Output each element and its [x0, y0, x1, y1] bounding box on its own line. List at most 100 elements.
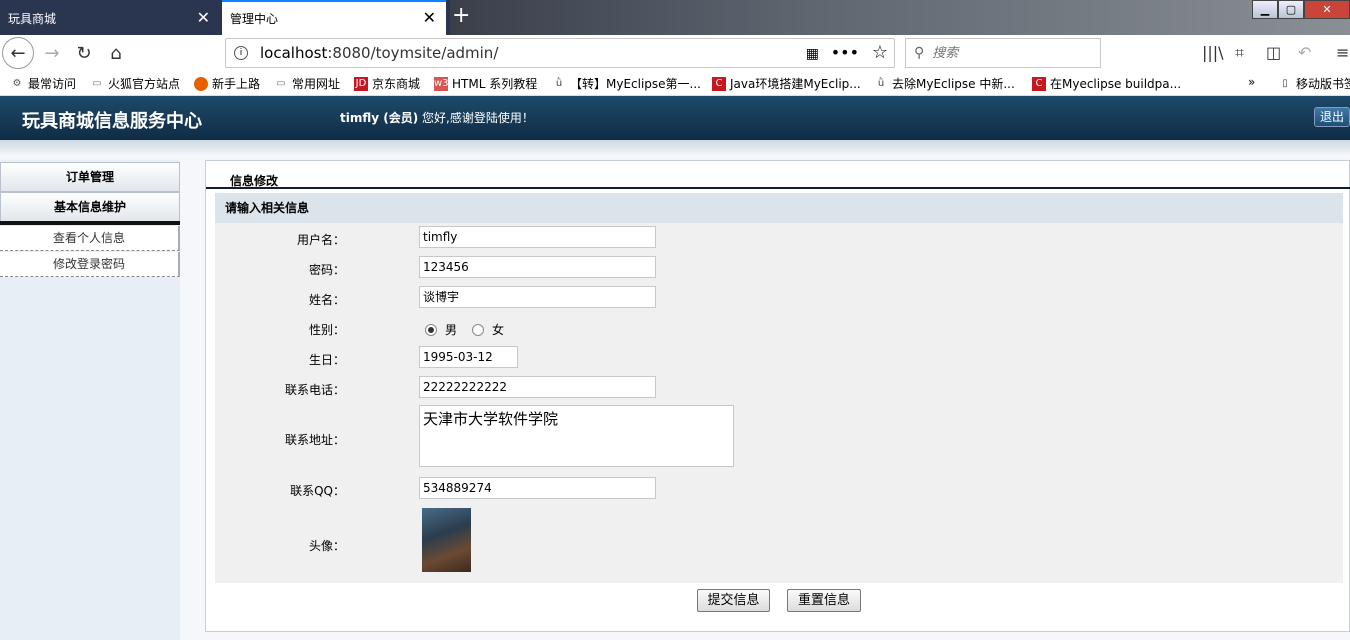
- close-icon[interactable]: ✕: [197, 10, 210, 26]
- bookmark-star-icon[interactable]: ☆: [872, 42, 888, 63]
- reset-button[interactable]: 重置信息: [787, 589, 861, 612]
- navigation-bar: ← → ↻ ⌂ i localhost:8080/toymsite/admin/…: [0, 35, 1350, 72]
- tab-label: 管理中心: [230, 12, 279, 26]
- address-label: 联系地址：: [284, 433, 345, 447]
- radio-checked-icon[interactable]: [425, 323, 437, 336]
- bookmark-item[interactable]: 新手上路: [194, 75, 260, 92]
- url-bar[interactable]: i localhost:8080/toymsite/admin/ ▦ ••• ☆: [225, 38, 895, 68]
- close-icon[interactable]: ✕: [423, 10, 436, 26]
- csdn-icon: C: [712, 76, 726, 91]
- undo-icon[interactable]: ↶: [1298, 43, 1311, 62]
- qr-code-icon[interactable]: ▦: [806, 46, 819, 62]
- bookmark-item[interactable]: ⚙ 最常访问: [10, 75, 77, 92]
- bookmark-label: 移动版书签: [1296, 77, 1350, 91]
- url-path: :8080/toymsite/admin/: [327, 44, 499, 62]
- folder-icon: ▭: [276, 77, 286, 89]
- password-input[interactable]: 123456: [419, 256, 656, 278]
- header-subbar: [0, 140, 1350, 154]
- new-tab-icon[interactable]: +: [452, 5, 470, 27]
- welcome-text: 您好,感谢登陆使用！: [418, 111, 534, 125]
- tabbar-background: [450, 0, 1350, 35]
- sidebar-separator: [0, 221, 180, 225]
- page-title: 玩具商城信息服务中心: [22, 111, 202, 132]
- window-close-icon[interactable]: ✕: [1304, 0, 1350, 19]
- forward-icon[interactable]: →: [36, 37, 68, 69]
- tab-admin-center[interactable]: 管理中心 ✕: [222, 0, 446, 35]
- gender-label: 性别：: [308, 323, 345, 337]
- gender-female-radio[interactable]: 女: [472, 321, 504, 338]
- bookmark-item[interactable]: ▯ 移动版书签: [1278, 75, 1350, 92]
- window-controls: ▁ ▢ ✕: [1252, 0, 1350, 19]
- phone-input[interactable]: 22222222222: [419, 376, 656, 398]
- birthday-input[interactable]: 1995-03-12: [419, 346, 518, 368]
- maximize-icon[interactable]: ▢: [1278, 0, 1304, 19]
- back-icon[interactable]: ←: [2, 37, 34, 69]
- screenshot-icon[interactable]: ⌗: [1235, 43, 1244, 63]
- sidebar-section-orders[interactable]: 订单管理: [0, 162, 180, 192]
- bookmark-label: 【转】MyEclipse第一...: [570, 77, 701, 91]
- phone-label: 联系电话：: [284, 383, 345, 397]
- main-panel: 信息修改 请输入相关信息 用户名： timfly 密码： 123456 姓名： …: [205, 160, 1350, 632]
- csdn-icon: C: [1032, 76, 1046, 91]
- tab-label: 玩具商城: [8, 12, 57, 26]
- name-input[interactable]: 谈博宇: [419, 286, 656, 308]
- bookmark-item[interactable]: ǜ 去除MyEclipse 中新...: [874, 75, 1015, 92]
- page-header: 玩具商城信息服务中心 timfly (会员) 您好,感谢登陆使用！ 退出: [0, 96, 1350, 140]
- url-text[interactable]: localhost:8080/toymsite/admin/: [260, 44, 498, 62]
- bookmark-label: 新手上路: [212, 77, 261, 91]
- blog-icon: ǜ: [555, 77, 563, 89]
- bookmark-label: 在Myeclipse buildpa...: [1050, 77, 1182, 91]
- blog-icon: ǜ: [877, 77, 885, 89]
- address-textarea[interactable]: 天津市大学软件学院: [419, 405, 734, 467]
- sidebar-item-change-password[interactable]: 修改登录密码: [0, 252, 180, 277]
- minimize-icon[interactable]: ▁: [1252, 0, 1278, 19]
- main-tab-bar: 信息修改: [206, 161, 1350, 189]
- submit-button[interactable]: 提交信息: [697, 589, 770, 612]
- bookmark-label: Java环境搭建MyEclip...: [730, 77, 861, 91]
- bookmark-label: HTML 系列教程: [452, 77, 538, 91]
- url-host: localhost: [260, 44, 328, 62]
- password-label: 密码：: [308, 263, 345, 277]
- library-icon[interactable]: |||\: [1202, 43, 1224, 62]
- bookmark-item[interactable]: ǜ 【转】MyEclipse第一...: [552, 75, 701, 92]
- gear-icon: ⚙: [12, 77, 22, 89]
- tab-info-edit[interactable]: 信息修改: [230, 172, 278, 189]
- qq-input[interactable]: 534889274: [419, 477, 656, 499]
- bookmark-item[interactable]: ▭ 常用网址: [274, 75, 340, 92]
- page-actions-icon[interactable]: •••: [831, 43, 859, 62]
- folder-icon: ▭: [92, 77, 102, 89]
- gender-male-radio[interactable]: 男: [425, 321, 457, 338]
- bookmark-item[interactable]: JD 京东商城: [354, 75, 420, 92]
- bookmark-item[interactable]: C Java环境搭建MyEclip...: [712, 75, 861, 92]
- sidebar: 订单管理 基本信息维护 查看个人信息 修改登录密码: [0, 160, 180, 640]
- birthday-label: 生日：: [308, 353, 345, 367]
- sidebar-item-view-profile[interactable]: 查看个人信息: [0, 226, 180, 251]
- tab-toy-mall[interactable]: 玩具商城 ✕: [0, 2, 220, 35]
- avatar: [422, 508, 471, 572]
- profile-form: 请输入相关信息 用户名： timfly 密码： 123456 姓名： 谈博宇 性…: [215, 193, 1343, 583]
- bookmark-item[interactable]: w3 HTML 系列教程: [434, 75, 537, 92]
- more-bookmarks-icon[interactable]: »: [1248, 75, 1255, 89]
- sidebar-toggle-icon[interactable]: ◫: [1266, 43, 1281, 62]
- info-icon[interactable]: i: [234, 46, 248, 60]
- bookmark-label: 最常访问: [28, 77, 77, 91]
- w3-icon: w3: [434, 76, 449, 91]
- search-input[interactable]: [932, 45, 1083, 61]
- bookmark-item[interactable]: ▭ 火狐官方站点: [90, 75, 180, 92]
- home-icon[interactable]: ⌂: [100, 37, 132, 69]
- bookmark-label: 火狐官方站点: [108, 77, 181, 91]
- gender-male-label: 男: [445, 323, 458, 337]
- username-input[interactable]: timfly: [419, 226, 656, 248]
- qq-label: 联系QQ：: [290, 484, 345, 498]
- radio-unchecked-icon[interactable]: [472, 323, 484, 336]
- name-label: 姓名：: [308, 293, 345, 307]
- sidebar-section-info[interactable]: 基本信息维护: [0, 192, 180, 222]
- menu-icon[interactable]: ≡: [1336, 43, 1349, 62]
- search-bar[interactable]: ⚲: [905, 38, 1101, 68]
- reload-icon[interactable]: ↻: [68, 37, 100, 69]
- jd-icon: JD: [354, 76, 368, 91]
- mobile-icon: ▯: [1282, 77, 1288, 89]
- welcome-user: timfly (会员): [340, 111, 419, 125]
- bookmark-item[interactable]: C 在Myeclipse buildpa...: [1032, 75, 1181, 92]
- logout-button[interactable]: 退出: [1314, 107, 1350, 127]
